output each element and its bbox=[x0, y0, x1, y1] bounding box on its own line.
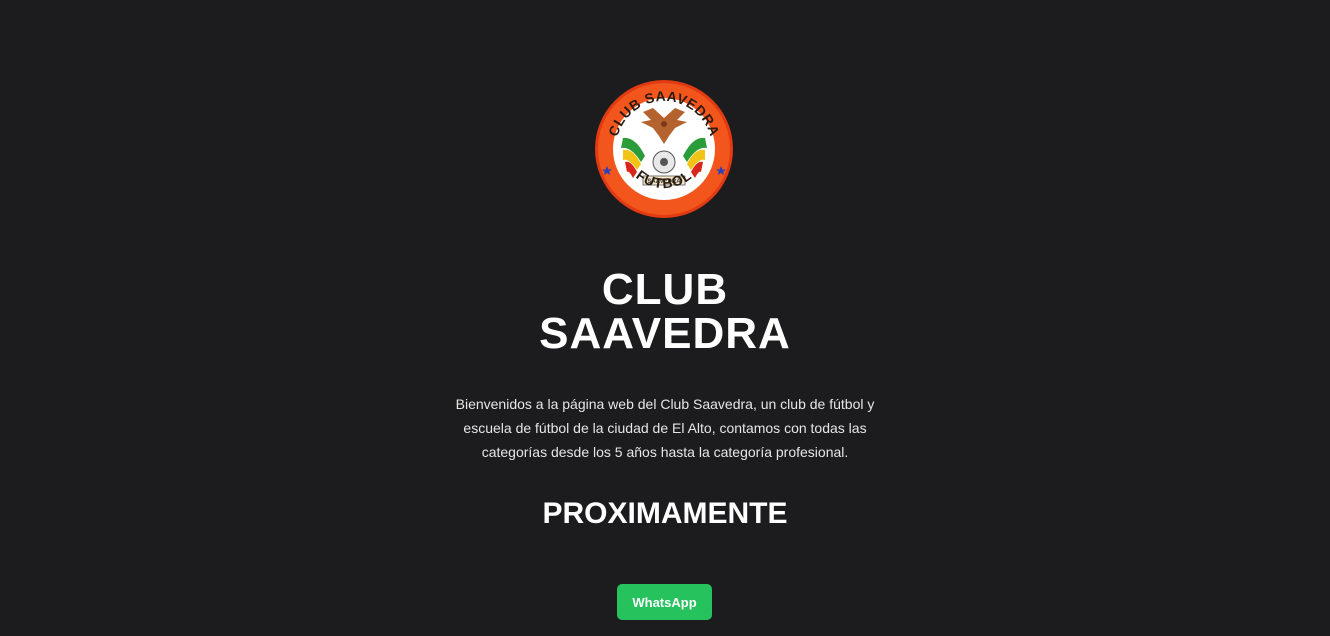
intro-description: Bienvenidos a la página web del Club Saa… bbox=[455, 396, 875, 460]
coming-soon-heading: PROXIMAMENTE bbox=[542, 497, 788, 530]
club-logo: SAAVEDRA CLUB SAAVEDRA FUTBOL bbox=[593, 78, 735, 220]
bird-head bbox=[661, 121, 667, 127]
whatsapp-button[interactable]: WhatsApp bbox=[617, 584, 712, 620]
ball-patch bbox=[660, 158, 668, 166]
landing-page: SAAVEDRA CLUB SAAVEDRA FUTBOL CLUB SAAVE… bbox=[0, 0, 1330, 636]
page-title-line1: CLUB bbox=[601, 265, 729, 314]
club-crest-icon: SAAVEDRA CLUB SAAVEDRA FUTBOL bbox=[595, 80, 733, 218]
page-title-line2: SAAVEDRA bbox=[539, 309, 791, 358]
page-title: CLUB SAAVEDRA bbox=[465, 268, 865, 356]
